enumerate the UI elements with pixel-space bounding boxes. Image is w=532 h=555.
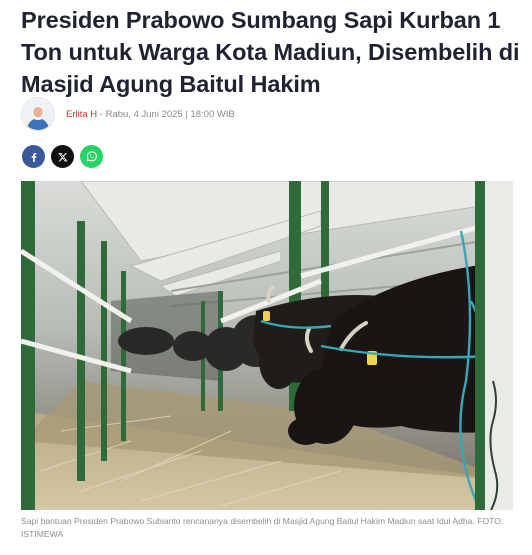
x-icon — [57, 152, 68, 161]
byline: Erlita H - Rabu, 4 Juni 2025 | 18:00 WIB — [21, 97, 235, 131]
facebook-icon — [31, 152, 36, 162]
author-link[interactable]: Erlita H — [66, 109, 97, 120]
article-photo — [21, 181, 513, 510]
share-whatsapp-button[interactable] — [80, 145, 103, 168]
article-title: Presiden Prabowo Sumbang Sapi Kurban 1 T… — [21, 7, 520, 97]
publish-date: - Rabu, 4 Juni 2025 | 18:00 WIB — [97, 108, 235, 120]
article: Presiden Prabowo Sumbang Sapi Kurban 1 T… — [0, 0, 532, 555]
whatsapp-icon — [86, 151, 97, 162]
author-avatar[interactable] — [21, 97, 55, 131]
photo-caption: Sapi bantuan Presiden Prabowo Subianto r… — [21, 516, 504, 539]
share-x-button[interactable] — [51, 145, 74, 168]
share-bar — [22, 145, 103, 168]
share-facebook-button[interactable] — [22, 145, 45, 168]
article-meta: Erlita H - Rabu, 4 Juni 2025 | 18:00 WIB — [66, 109, 235, 120]
